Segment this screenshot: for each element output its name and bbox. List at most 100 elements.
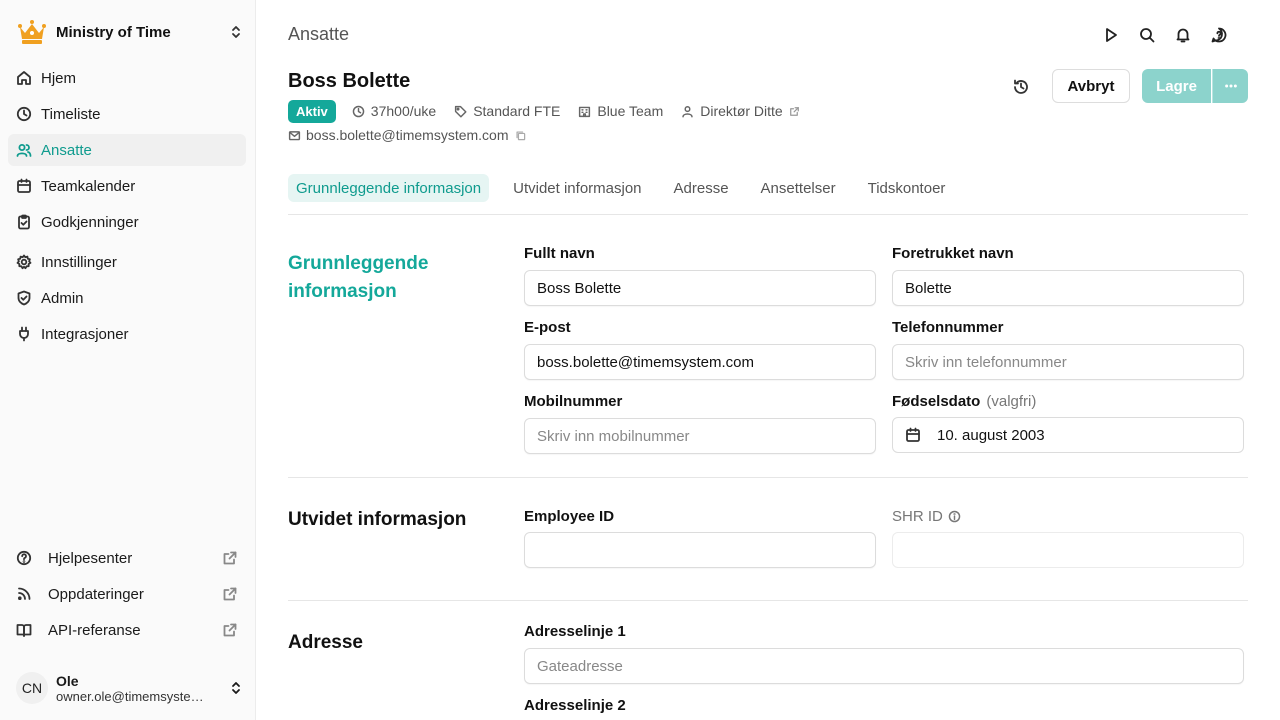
nav-item-admin[interactable]: Admin	[8, 282, 246, 314]
nav-item-integrasjoner[interactable]: Integrasjoner	[8, 318, 246, 350]
nav-label: Hjem	[41, 69, 77, 87]
team-meta: Blue Team	[578, 103, 663, 119]
nav-item-timeliste[interactable]: Timeliste	[8, 98, 246, 130]
full-name-label: Fullt navn	[524, 245, 595, 262]
search-icon[interactable]	[1138, 26, 1156, 44]
employee-id-label: Employee ID	[524, 508, 615, 525]
tag-icon	[455, 105, 467, 118]
tab-ansettelser[interactable]: Ansettelser	[753, 174, 844, 202]
tab-utvidet[interactable]: Utvidet informasjon	[505, 174, 649, 202]
bell-icon[interactable]	[1174, 26, 1192, 44]
nav-label: Timeliste	[41, 105, 101, 123]
manager-link[interactable]: Direktør Ditte	[681, 103, 799, 119]
nav-item-innstillinger[interactable]: Innstillinger	[8, 246, 246, 278]
copy-icon[interactable]	[515, 130, 526, 141]
tab-adresse[interactable]: Adresse	[666, 174, 737, 202]
play-icon[interactable]	[1102, 26, 1120, 44]
preferred-name-label: Foretrukket navn	[892, 245, 1014, 262]
more-actions-button[interactable]	[1212, 69, 1248, 103]
org-name: Ministry of Time	[56, 23, 171, 41]
external-link-icon	[223, 587, 237, 601]
shr-id-label: SHR ID	[892, 508, 961, 525]
status-badge: Aktiv	[288, 99, 336, 123]
mobile-label: Mobilnummer	[524, 393, 623, 410]
manager-text: Direktør Ditte	[700, 103, 783, 119]
nav-label: Teamkalender	[41, 177, 136, 195]
nav-item-ansatte[interactable]: Ansatte	[8, 134, 246, 166]
fte-text: Standard FTE	[473, 103, 561, 119]
plug-icon	[19, 326, 29, 342]
birthdate-picker[interactable]: 10. august 2003	[892, 417, 1244, 453]
save-button[interactable]: Lagre	[1142, 69, 1211, 103]
preferred-name-input[interactable]	[892, 270, 1244, 306]
employee-id-input[interactable]	[524, 532, 876, 568]
shr-id-input	[892, 532, 1244, 568]
history-icon[interactable]	[1012, 78, 1030, 96]
email-input[interactable]	[524, 344, 876, 380]
clipboard-check-icon	[18, 214, 30, 230]
link-hjelpesenter[interactable]: Hjelpesenter	[8, 542, 246, 574]
chevrons-up-down-icon	[228, 680, 244, 696]
employee-name: Boss Bolette	[288, 70, 411, 92]
link-label: Oppdateringer	[48, 585, 144, 603]
external-link-icon	[789, 106, 799, 116]
chevrons-up-down-icon	[228, 24, 244, 40]
calendar-icon	[17, 178, 31, 193]
birthdate-label-text: Fødselsdato	[892, 393, 981, 410]
tab-grunnleggende[interactable]: Grunnleggende informasjon	[288, 174, 490, 202]
more-horizontal-icon	[1224, 84, 1237, 88]
external-link-icon	[223, 551, 237, 565]
section-tabs: Grunnleggende informasjon Utvidet inform…	[288, 174, 1248, 215]
nav-item-godkjenninger[interactable]: Godkjenninger	[8, 206, 246, 238]
employee-email: boss.bolette@timemsystem.com	[306, 127, 509, 143]
nav-item-teamkalender[interactable]: Teamkalender	[8, 170, 246, 202]
phone-input[interactable]	[892, 344, 1244, 380]
team-text: Blue Team	[597, 103, 664, 119]
shr-id-label-text: SHR ID	[892, 508, 943, 525]
birthdate-value: 10. august 2003	[937, 426, 1045, 444]
sidebar: Ministry of Time Hjem Timeliste Ansatte …	[0, 0, 256, 720]
book-icon	[16, 624, 32, 637]
full-name-input[interactable]	[524, 270, 876, 306]
chat-help-icon[interactable]	[1210, 26, 1228, 44]
address-line1-label: Adresselinje 1	[524, 623, 626, 640]
hours-text: 37h00/uke	[370, 103, 437, 119]
phone-label: Telefonnummer	[892, 319, 1004, 336]
cancel-button[interactable]: Avbryt	[1052, 69, 1130, 103]
calendar-icon	[906, 427, 920, 442]
rss-icon	[18, 587, 31, 601]
link-api-referanse[interactable]: API-referanse	[8, 614, 246, 646]
nav-label: Integrasjoner	[41, 325, 129, 343]
tab-tidskontoer[interactable]: Tidskontoer	[860, 174, 954, 202]
section-title-address: Adresse	[288, 632, 363, 653]
mail-icon	[288, 130, 301, 140]
section-title-extended: Utvidet informasjon	[288, 509, 467, 530]
gear-icon	[16, 254, 32, 270]
section-title-basic: Grunnleggende informasjon	[288, 253, 429, 302]
birthdate-label: Fødselsdato (valgfri)	[892, 393, 1036, 410]
shield-check-icon	[17, 290, 31, 306]
info-icon[interactable]	[948, 510, 961, 523]
avatar: CN	[16, 672, 48, 704]
nav-label: Admin	[41, 289, 84, 307]
link-label: API-referanse	[48, 621, 141, 639]
user-menu[interactable]: CN Ole owner.ole@timemsystem.com	[16, 668, 244, 708]
divider	[288, 600, 1248, 601]
mobile-input[interactable]	[524, 418, 876, 454]
employee-email-row: boss.bolette@timemsystem.com	[288, 127, 531, 143]
link-label: Hjelpesenter	[48, 549, 133, 567]
org-switcher[interactable]: Ministry of Time	[16, 14, 244, 50]
employee-meta: Aktiv 37h00/uke Standard FTE Blue Team D…	[288, 99, 818, 123]
nav-item-hjem[interactable]: Hjem	[8, 62, 246, 94]
nav-label: Ansatte	[41, 141, 92, 159]
fte-meta: Standard FTE	[454, 103, 560, 119]
clock-icon	[352, 105, 365, 117]
user-name: Ole	[56, 672, 79, 689]
divider	[288, 477, 1248, 478]
external-link-icon	[223, 623, 237, 637]
crown-logo-icon	[16, 16, 48, 48]
link-oppdateringer[interactable]: Oppdateringer	[8, 578, 246, 610]
main-nav: Hjem Timeliste Ansatte Teamkalender Godk…	[8, 62, 246, 354]
home-icon	[17, 71, 31, 85]
address-line1-input[interactable]	[524, 648, 1244, 684]
